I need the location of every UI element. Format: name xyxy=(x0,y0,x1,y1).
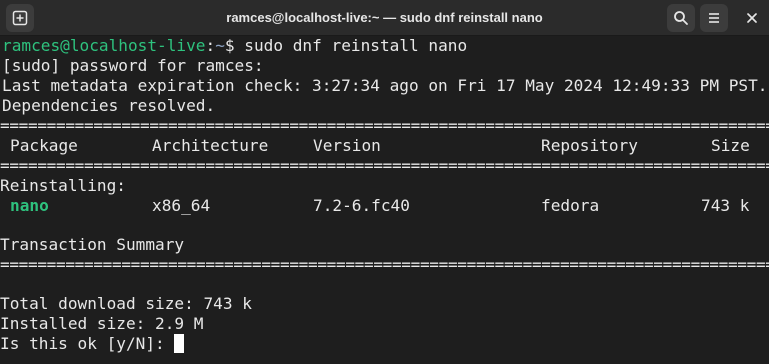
separator-line: ========================================… xyxy=(0,160,769,172)
new-tab-icon xyxy=(12,10,28,26)
header-package: Package xyxy=(10,136,78,155)
prompt-separator: : xyxy=(205,36,216,55)
prompt-symbol: $ xyxy=(224,36,235,55)
prompt-line: ramces@localhost-live:~$ sudo dnf reinst… xyxy=(2,36,467,56)
summary-title: Transaction Summary xyxy=(0,235,185,254)
header-repository: Repository xyxy=(541,136,638,155)
row-repository: fedora xyxy=(541,196,600,215)
total-download-line: Total download size: 743 k xyxy=(0,294,252,313)
sudo-line: [sudo] password for ramces: xyxy=(2,56,264,75)
row-size: 743 k xyxy=(701,196,750,215)
row-package: nano xyxy=(10,196,49,215)
close-button[interactable] xyxy=(738,4,766,32)
text-cursor xyxy=(174,334,185,353)
section-label: Reinstalling: xyxy=(0,176,126,195)
dependencies-line: Dependencies resolved. xyxy=(2,96,216,115)
title-bar: ramces@localhost-live:~ — sudo dnf reins… xyxy=(0,0,769,36)
confirm-prompt: Is this ok [y/N]: xyxy=(0,334,175,353)
installed-size-line: Installed size: 2.9 M xyxy=(0,314,204,333)
close-icon xyxy=(747,13,757,23)
new-tab-button[interactable] xyxy=(6,4,34,32)
header-size: Size xyxy=(711,136,750,155)
window-title: ramces@localhost-live:~ — sudo dnf reins… xyxy=(226,10,543,25)
prompt-command: sudo dnf reinstall nano xyxy=(244,36,468,55)
header-architecture: Architecture xyxy=(152,136,269,155)
menu-button[interactable] xyxy=(700,4,728,32)
row-version: 7.2-6.fc40 xyxy=(313,196,410,215)
confirm-prompt-line: Is this ok [y/N]: xyxy=(0,334,185,354)
search-button[interactable] xyxy=(667,4,695,32)
table-row: nano x86_64 7.2-6.fc40 fedora 743 k xyxy=(0,196,769,216)
table-header: Package Architecture Version Repository … xyxy=(0,136,769,156)
hamburger-menu-icon xyxy=(709,13,719,23)
separator-line: ========================================… xyxy=(0,120,769,132)
header-version: Version xyxy=(313,136,381,155)
metadata-line: Last metadata expiration check: 3:27:34 … xyxy=(2,76,768,95)
prompt-user-host: ramces@localhost-live xyxy=(2,36,206,55)
search-icon xyxy=(674,11,688,25)
separator-line: ========================================… xyxy=(0,259,769,271)
terminal-window: ramces@localhost-live:~ — sudo dnf reins… xyxy=(0,0,769,364)
row-arch: x86_64 xyxy=(152,196,211,215)
prompt-path: ~ xyxy=(215,36,225,55)
terminal-output[interactable]: ramces@localhost-live:~$ sudo dnf reinst… xyxy=(0,36,769,364)
